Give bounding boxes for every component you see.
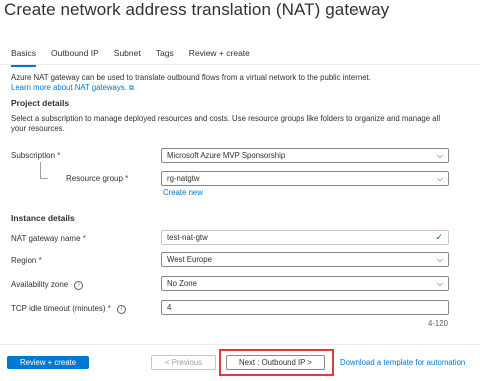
checkmark-icon: ✓	[435, 232, 443, 242]
tcp-idle-timeout-label-text: TCP idle timeout (minutes)	[11, 304, 106, 313]
required-marker: *	[57, 151, 61, 160]
more-options-icon[interactable]: ···	[352, 4, 364, 18]
subscription-label-text: Subscription	[11, 151, 56, 160]
info-icon[interactable]: i	[117, 305, 127, 314]
nat-gateway-name-label: NAT gateway name *	[11, 234, 86, 243]
tcp-idle-timeout-value: 4	[167, 303, 172, 312]
download-template-link[interactable]: Download a template for automation	[340, 358, 465, 367]
required-marker: *	[82, 234, 86, 243]
availability-zone-label-text: Availability zone	[11, 280, 69, 289]
learn-more-label: Learn more about NAT gateways.	[11, 83, 127, 92]
create-new-link[interactable]: Create new	[163, 188, 203, 197]
resource-group-select[interactable]: rg-natgtw ⌵	[161, 171, 449, 186]
nat-gateway-name-input[interactable]: test-nat-gtw ✓	[161, 230, 449, 245]
subscription-select[interactable]: Microsoft Azure MVP Sponsorship ⌵	[161, 148, 449, 163]
subscription-value: Microsoft Azure MVP Sponsorship	[167, 151, 286, 160]
tab-tags[interactable]: Tags	[156, 48, 174, 64]
required-marker: *	[107, 304, 111, 313]
chevron-down-icon: ⌵	[436, 174, 443, 183]
instance-details-heading: Instance details	[11, 213, 75, 223]
region-label: Region *	[11, 256, 42, 265]
availability-zone-select[interactable]: No Zone ⌵	[161, 276, 449, 291]
region-value: West Europe	[167, 255, 212, 264]
tab-divider	[0, 64, 480, 65]
subscription-label: Subscription *	[11, 151, 60, 160]
project-description-line1: Select a subscription to manage deployed…	[11, 114, 441, 123]
next-outbound-ip-button[interactable]: Next : Outbound IP >	[226, 355, 325, 370]
tree-connector	[40, 162, 48, 179]
info-icon[interactable]: i	[74, 281, 84, 290]
chevron-down-icon: ⌵	[436, 255, 443, 264]
previous-button[interactable]: < Previous	[151, 355, 216, 370]
footer-divider	[0, 344, 480, 345]
required-marker: *	[38, 256, 42, 265]
resource-group-label: Resource group *	[66, 174, 128, 183]
external-link-icon: ⧉	[129, 85, 135, 92]
nat-gateway-name-label-text: NAT gateway name	[11, 234, 81, 243]
tcp-idle-timeout-label: TCP idle timeout (minutes) * i	[11, 304, 127, 314]
page-title: Create network address translation (NAT)…	[4, 0, 390, 19]
chevron-down-icon: ⌵	[436, 151, 443, 160]
resource-group-value: rg-natgtw	[167, 174, 200, 183]
resource-group-label-text: Resource group	[66, 174, 123, 183]
availability-zone-label: Availability zone i	[11, 280, 84, 290]
project-details-heading: Project details	[11, 98, 70, 108]
region-label-text: Region	[11, 256, 37, 265]
tab-outbound-ip[interactable]: Outbound IP	[51, 48, 99, 64]
tab-subnet[interactable]: Subnet	[114, 48, 141, 64]
region-select[interactable]: West Europe ⌵	[161, 252, 449, 267]
intro-text: Azure NAT gateway can be used to transla…	[11, 73, 371, 82]
review-create-button[interactable]: Review + create	[7, 356, 89, 369]
tab-basics[interactable]: Basics	[11, 48, 37, 67]
chevron-down-icon: ⌵	[436, 279, 443, 288]
learn-more-link[interactable]: Learn more about NAT gateways. ⧉	[11, 83, 134, 93]
tab-bar: Basics Outbound IP Subnet Tags Review + …	[11, 48, 265, 67]
tcp-idle-timeout-input[interactable]: 4	[161, 300, 449, 315]
project-description-line2: your resources.	[11, 124, 65, 133]
availability-zone-value: No Zone	[167, 279, 197, 288]
tab-review-create[interactable]: Review + create	[189, 48, 250, 64]
required-marker: *	[125, 174, 129, 183]
timeout-range-hint: 4-120	[428, 319, 448, 328]
nat-gateway-name-value: test-nat-gtw	[167, 233, 208, 242]
